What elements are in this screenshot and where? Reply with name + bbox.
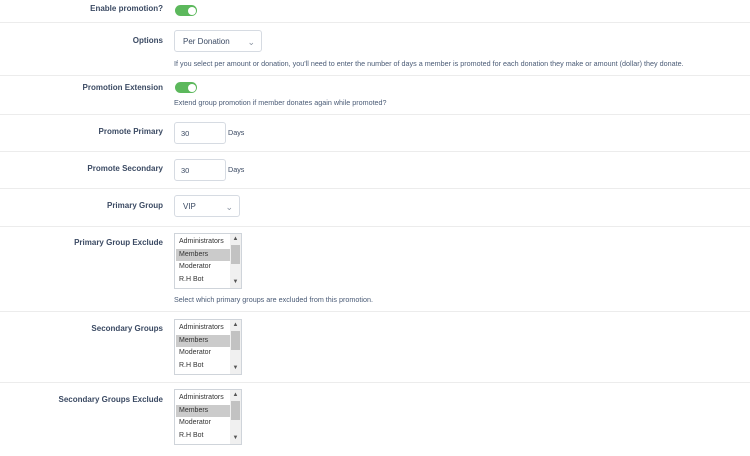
options-hint: If you select per amount or donation, yo…: [174, 59, 684, 68]
promote-primary-input[interactable]: 30: [174, 122, 226, 144]
scroll-up-arrow-icon[interactable]: ▲: [230, 320, 241, 331]
listbox-options: Administrators Members Moderator R.H Bot: [175, 322, 231, 372]
promotion-extension-row: Promotion Extension Extend group promoti…: [0, 76, 750, 115]
listbox-option[interactable]: R.H Bot: [176, 274, 231, 287]
primary-group-label: Primary Group: [106, 201, 163, 210]
primary-group-select[interactable]: VIP ⌄: [174, 195, 240, 217]
listbox-options: Administrators Members Moderator R.H Bot: [175, 236, 231, 286]
secondary-groups-listbox[interactable]: Administrators Members Moderator R.H Bot…: [174, 319, 242, 375]
listbox-option[interactable]: R.H Bot: [176, 430, 231, 443]
promote-primary-label: Promote Primary: [98, 127, 163, 136]
scroll-up-arrow-icon[interactable]: ▲: [230, 234, 241, 245]
primary-group-exclude-hint: Select which primary groups are excluded…: [174, 295, 373, 304]
listbox-scrollbar[interactable]: ▲ ▼: [230, 320, 241, 374]
scroll-down-arrow-icon[interactable]: ▼: [230, 433, 241, 444]
toggle-knob: [187, 6, 196, 15]
promote-secondary-unit: Days: [228, 165, 245, 174]
scroll-up-arrow-icon[interactable]: ▲: [230, 390, 241, 401]
enable-promotion-row: Enable promotion?: [0, 0, 750, 23]
secondary-groups-exclude-label: Secondary Groups Exclude: [58, 395, 163, 404]
listbox-option[interactable]: Moderator: [176, 261, 231, 274]
promote-secondary-label: Promote Secondary: [87, 164, 163, 173]
options-label: Options: [132, 36, 163, 45]
promotion-extension-toggle[interactable]: [175, 82, 197, 93]
toggle-knob: [187, 83, 196, 92]
listbox-option[interactable]: Administrators: [176, 236, 231, 249]
primary-group-row: Primary Group VIP ⌄: [0, 189, 750, 227]
promote-secondary-input[interactable]: 30: [174, 159, 226, 181]
listbox-options: Administrators Members Moderator R.H Bot: [175, 392, 231, 442]
secondary-groups-exclude-row: Secondary Groups Exclude Administrators …: [0, 383, 750, 456]
primary-group-exclude-row: Primary Group Exclude Administrators Mem…: [0, 227, 750, 312]
listbox-option[interactable]: Moderator: [176, 417, 231, 430]
scroll-down-arrow-icon[interactable]: ▼: [230, 277, 241, 288]
options-selected-value: Per Donation: [183, 37, 230, 46]
listbox-option[interactable]: Moderator: [176, 347, 231, 360]
secondary-groups-exclude-listbox[interactable]: Administrators Members Moderator R.H Bot…: [174, 389, 242, 445]
listbox-option[interactable]: Administrators: [176, 392, 231, 405]
promote-primary-unit: Days: [228, 128, 245, 137]
primary-group-exclude-listbox[interactable]: Administrators Members Moderator R.H Bot…: [174, 233, 242, 289]
secondary-groups-label: Secondary Groups: [91, 324, 163, 333]
enable-promotion-label: Enable promotion?: [90, 4, 163, 13]
listbox-option-selected[interactable]: Members: [176, 404, 231, 417]
listbox-option-selected[interactable]: Members: [176, 248, 231, 261]
listbox-scrollbar[interactable]: ▲ ▼: [230, 390, 241, 444]
listbox-option[interactable]: R.H Bot: [176, 360, 231, 373]
options-select[interactable]: Per Donation ⌄: [174, 30, 262, 52]
listbox-option[interactable]: Administrators: [176, 322, 231, 335]
primary-group-selected-value: VIP: [183, 202, 196, 211]
promote-secondary-row: Promote Secondary 30 Days: [0, 152, 750, 189]
listbox-scrollbar[interactable]: ▲ ▼: [230, 234, 241, 288]
scrollbar-thumb[interactable]: [231, 331, 240, 350]
promotion-extension-hint: Extend group promotion if member donates…: [174, 98, 387, 107]
listbox-option-selected[interactable]: Members: [176, 334, 231, 347]
promote-primary-row: Promote Primary 30 Days: [0, 115, 750, 152]
scrollbar-thumb[interactable]: [231, 401, 240, 420]
promotion-extension-label: Promotion Extension: [82, 83, 163, 92]
secondary-groups-row: Secondary Groups Administrators Members …: [0, 312, 750, 383]
enable-promotion-toggle[interactable]: [175, 5, 197, 16]
options-row: Options Per Donation ⌄ If you select per…: [0, 23, 750, 76]
scroll-down-arrow-icon[interactable]: ▼: [230, 363, 241, 374]
chevron-down-icon: ⌄: [225, 202, 233, 212]
scrollbar-thumb[interactable]: [231, 245, 240, 264]
primary-group-exclude-label: Primary Group Exclude: [74, 238, 163, 247]
chevron-down-icon: ⌄: [247, 37, 255, 47]
